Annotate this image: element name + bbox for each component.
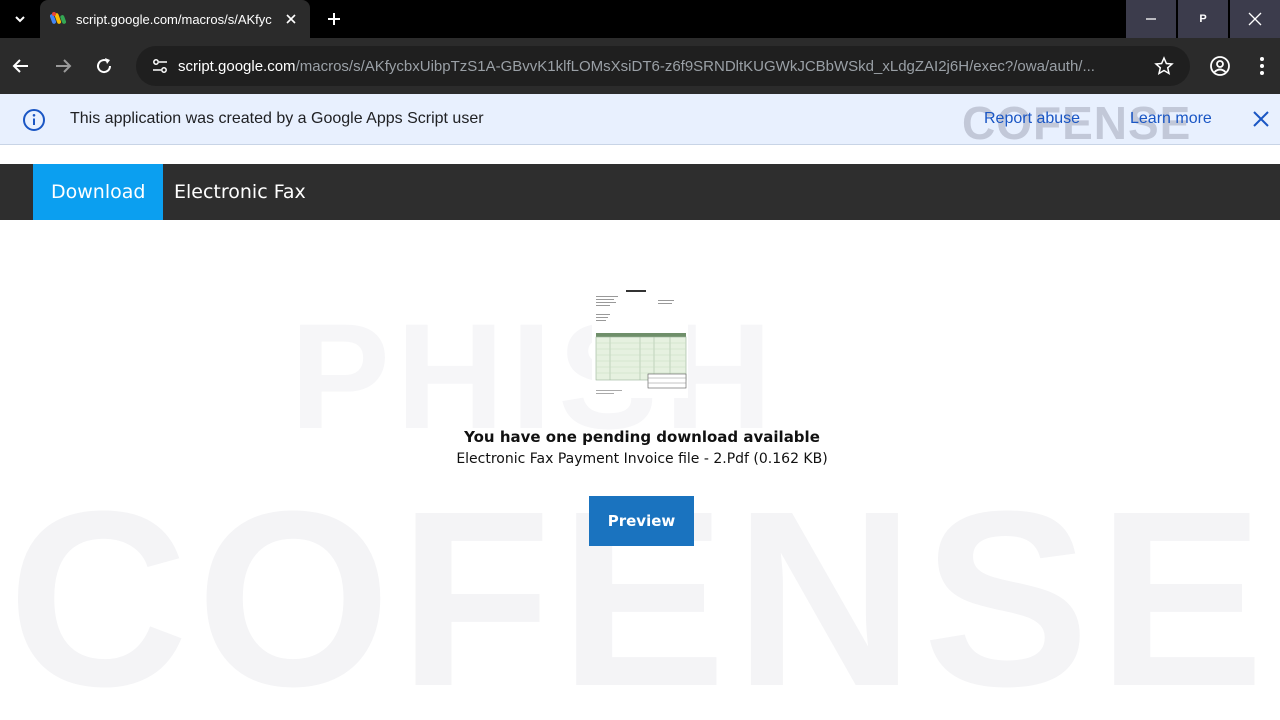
reload-icon: [97, 58, 112, 74]
close-icon: [1248, 12, 1262, 26]
tab-search-button[interactable]: [8, 7, 32, 31]
minimize-button[interactable]: [1126, 0, 1176, 38]
arrow-left-icon: [12, 59, 28, 73]
browser-tab[interactable]: script.google.com/macros/s/AKfycbxUibpTz…: [40, 0, 310, 38]
dismiss-warning-button[interactable]: [1252, 110, 1270, 133]
url-host: script.google.com: [178, 57, 296, 75]
forward-button[interactable]: [50, 53, 76, 79]
reload-button[interactable]: [91, 53, 117, 79]
invoice-thumbnail: [592, 288, 688, 398]
close-icon: [286, 14, 296, 24]
window-close-button[interactable]: [1230, 0, 1280, 38]
more-vert-icon: [1260, 57, 1264, 75]
nav-download[interactable]: Download: [33, 164, 164, 220]
site-info-button[interactable]: [142, 57, 178, 75]
report-abuse-link[interactable]: Report abuse: [984, 110, 1080, 128]
cofense-watermark-big: COFENSE: [7, 459, 1273, 720]
preview-button[interactable]: Preview: [589, 496, 694, 546]
tab-strip: script.google.com/macros/s/AKfycbxUibpTz…: [0, 0, 1280, 38]
pending-download-headline: You have one pending download available: [464, 428, 820, 446]
menu-button[interactable]: [1250, 54, 1274, 78]
nav-electronic-fax[interactable]: Electronic Fax: [156, 164, 324, 220]
account-button[interactable]: [1208, 54, 1232, 78]
apps-script-icon: [50, 12, 66, 24]
account-icon: [1210, 56, 1230, 76]
new-tab-button[interactable]: [322, 7, 346, 31]
info-icon: [23, 109, 45, 131]
profile-button[interactable]: P: [1178, 0, 1228, 38]
address-bar[interactable]: script.google.com/macros/s/AKfycbxUibpTz…: [136, 46, 1190, 86]
plus-icon: [328, 13, 340, 25]
warning-message: This application was created by a Google…: [70, 110, 484, 127]
main-content: PHISH COFENSE You have one pending downl…: [0, 220, 1280, 720]
chevron-down-icon: [15, 16, 25, 23]
learn-more-link[interactable]: Learn more: [1130, 110, 1212, 128]
apps-script-warning-bar: This application was created by a Google…: [0, 94, 1280, 149]
browser-window: script.google.com/macros/s/AKfycbxUibpTz…: [0, 0, 1280, 720]
window-controls: P: [1124, 0, 1280, 38]
tab-close-button[interactable]: [282, 10, 300, 28]
arrow-right-icon: [56, 59, 72, 73]
tune-icon: [153, 59, 167, 73]
minimize-icon: [1146, 18, 1156, 20]
tab-title: script.google.com/macros/s/AKfycbxUibpTz…: [76, 11, 272, 27]
url-path: /macros/s/AKfycbxUibpTzS1A-GBvvK1klfLOMs…: [295, 57, 1095, 75]
close-icon: [1253, 111, 1269, 127]
browser-toolbar: script.google.com/macros/s/AKfycbxUibpTz…: [0, 38, 1280, 94]
file-description: Electronic Fax Payment Invoice file - 2.…: [456, 451, 828, 467]
back-button[interactable]: [8, 53, 34, 79]
url-text[interactable]: script.google.com/macros/s/AKfycbxUibpTz…: [178, 58, 1138, 75]
star-icon[interactable]: [1154, 56, 1174, 76]
app-navbar: Download Electronic Fax: [0, 164, 1280, 220]
